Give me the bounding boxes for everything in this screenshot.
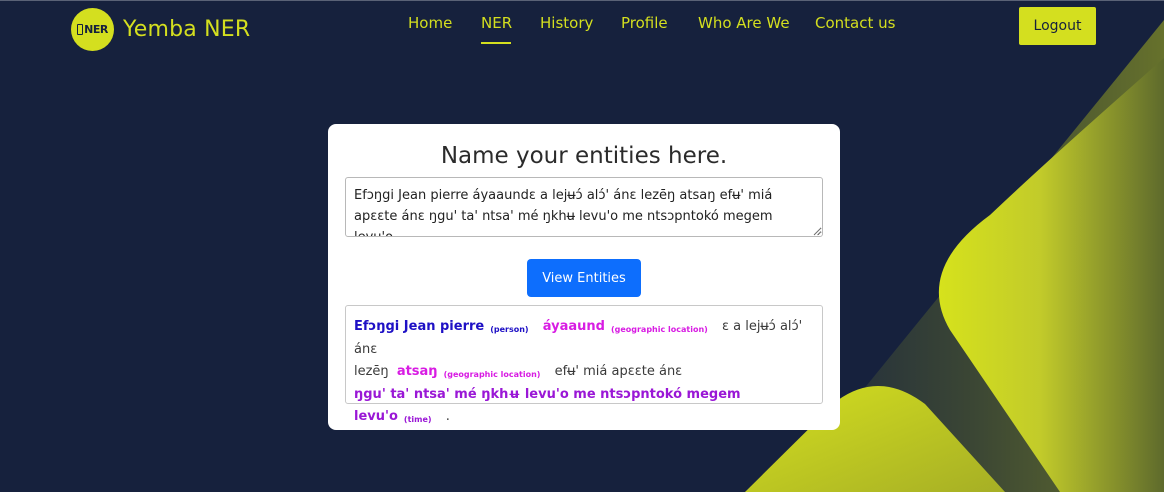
nav-who-are-we[interactable]: Who Are We — [698, 14, 790, 32]
ner-card: Name your entities here. Efɔŋgi Jean pie… — [328, 124, 840, 430]
sentence-input[interactable]: Efɔŋgi Jean pierre áyaaundɛ a lejʉɔ́ alɔ… — [345, 177, 823, 237]
plain-text: efʉ' miá apɛɛte ánɛ — [554, 364, 683, 379]
nav-profile[interactable]: Profile — [621, 14, 668, 32]
brand-name: Yemba NER — [123, 16, 251, 42]
entity-label: (person) — [490, 325, 529, 334]
view-entities-button[interactable]: View Entities — [527, 259, 641, 297]
logout-button[interactable]: Logout — [1019, 7, 1096, 45]
entity-person: Efɔŋgi Jean pierre — [354, 319, 485, 334]
nav-home[interactable]: Home — [408, 14, 452, 32]
entity-label: (geographic location) — [443, 370, 541, 379]
entity-geographic-location: atsaŋ — [396, 364, 438, 379]
nav-history[interactable]: History — [540, 14, 593, 32]
logo-text: NER — [84, 22, 108, 36]
logo-icon: NER — [77, 23, 108, 36]
entity-label: (geographic location) — [610, 325, 708, 334]
active-nav-underline — [481, 42, 511, 44]
result-line: Efɔŋgi Jean pierre (person) áyaaund (geogr… — [354, 316, 814, 361]
nav-ner[interactable]: NER — [481, 14, 512, 32]
entities-result: Efɔŋgi Jean pierre (person) áyaaund (geogr… — [345, 305, 823, 424]
plain-text: lezēŋ — [354, 364, 389, 379]
result-line: lezēŋ atsaŋ (geographic location) efʉ' mi… — [354, 361, 814, 384]
brand-link[interactable]: NER Yemba NER — [71, 7, 250, 51]
plain-text: . — [445, 409, 450, 424]
navbar: NER Yemba NER Home NER History Profile W… — [0, 0, 1164, 52]
result-line: ŋgu' ta' ntsa' mé ŋkhʉ levu'o me ntsɔpnt… — [354, 384, 814, 429]
resize-grip-icon[interactable] — [813, 227, 822, 236]
entity-label: (time) — [403, 415, 432, 424]
logo: NER — [71, 7, 114, 51]
nav-contact-us[interactable]: Contact us — [815, 14, 895, 32]
book-icon — [77, 23, 84, 35]
entity-geographic-location: áyaaund — [542, 319, 605, 334]
card-title: Name your entities here. — [440, 143, 728, 169]
